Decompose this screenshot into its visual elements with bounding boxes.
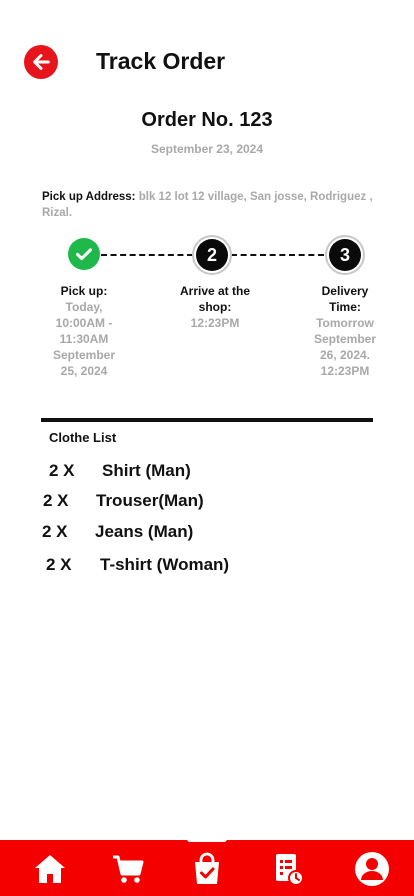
step-2-info: Arrive at the shop: 12:23PM: [165, 283, 265, 331]
back-button[interactable]: [24, 45, 58, 79]
item-quantity: 2 X: [49, 461, 75, 480]
step-1-detail: Today, 10:00AM - 11:30AM September 25, 2…: [52, 300, 116, 378]
bottom-navigation: [0, 836, 414, 896]
nav-cart-button[interactable]: [108, 850, 148, 888]
nav-profile-button[interactable]: [352, 850, 392, 888]
section-divider: [41, 418, 373, 422]
step-2-indicator: 2: [192, 235, 232, 275]
user-profile-icon: [355, 852, 389, 886]
nav-orders-button[interactable]: [187, 850, 227, 888]
item-quantity: 2 X: [43, 491, 69, 510]
step-3-detail: Tomorrow September 26, 2024. 12:23PM: [313, 316, 377, 378]
step-1-title: Pick up:: [60, 284, 108, 298]
progress-connector-2: [231, 254, 324, 256]
checkmark-icon: [76, 248, 92, 261]
order-date: September 23, 2024: [150, 142, 264, 156]
home-icon: [35, 855, 65, 883]
step-2-detail: 12:23PM: [190, 316, 240, 330]
order-list-clock-icon: [276, 854, 304, 886]
item-name: Shirt (Man): [102, 461, 191, 480]
progress-connector-1: [101, 254, 193, 256]
step-2-number: 2: [196, 239, 228, 271]
step-2-title: Arrive at the shop:: [179, 284, 251, 314]
step-1-info: Pick up: Today, 10:00AM - 11:30AM Septem…: [44, 283, 124, 379]
pickup-address: Pick up Address: blk 12 lot 12 village, …: [42, 189, 392, 221]
arrow-left-icon: [33, 54, 50, 70]
step-3-info: Delivery Time: Tomorrow September 26, 20…: [305, 283, 385, 379]
item-name: T-shirt (Woman): [100, 555, 230, 574]
nav-home-button[interactable]: [30, 850, 70, 888]
step-3-title: Delivery Time:: [321, 284, 369, 314]
step-1-complete-indicator: [68, 238, 100, 270]
item-name: Jeans (Man): [95, 522, 194, 541]
shopping-bag-check-icon: [195, 852, 219, 884]
item-quantity: 2 X: [46, 555, 72, 574]
pickup-address-label: Pick up Address:: [42, 191, 136, 203]
order-number: Order No. 123: [141, 109, 273, 131]
cart-icon: [113, 855, 144, 883]
page-title: Track Order: [96, 48, 226, 74]
active-tab-indicator: [187, 836, 227, 842]
clothe-list-title: Clothe List: [49, 430, 117, 445]
item-name: Trouser(Man): [96, 491, 204, 510]
nav-history-button[interactable]: [268, 850, 308, 888]
item-quantity: 2 X: [42, 522, 68, 541]
step-3-indicator: 3: [325, 235, 365, 275]
step-3-number: 3: [329, 239, 361, 271]
